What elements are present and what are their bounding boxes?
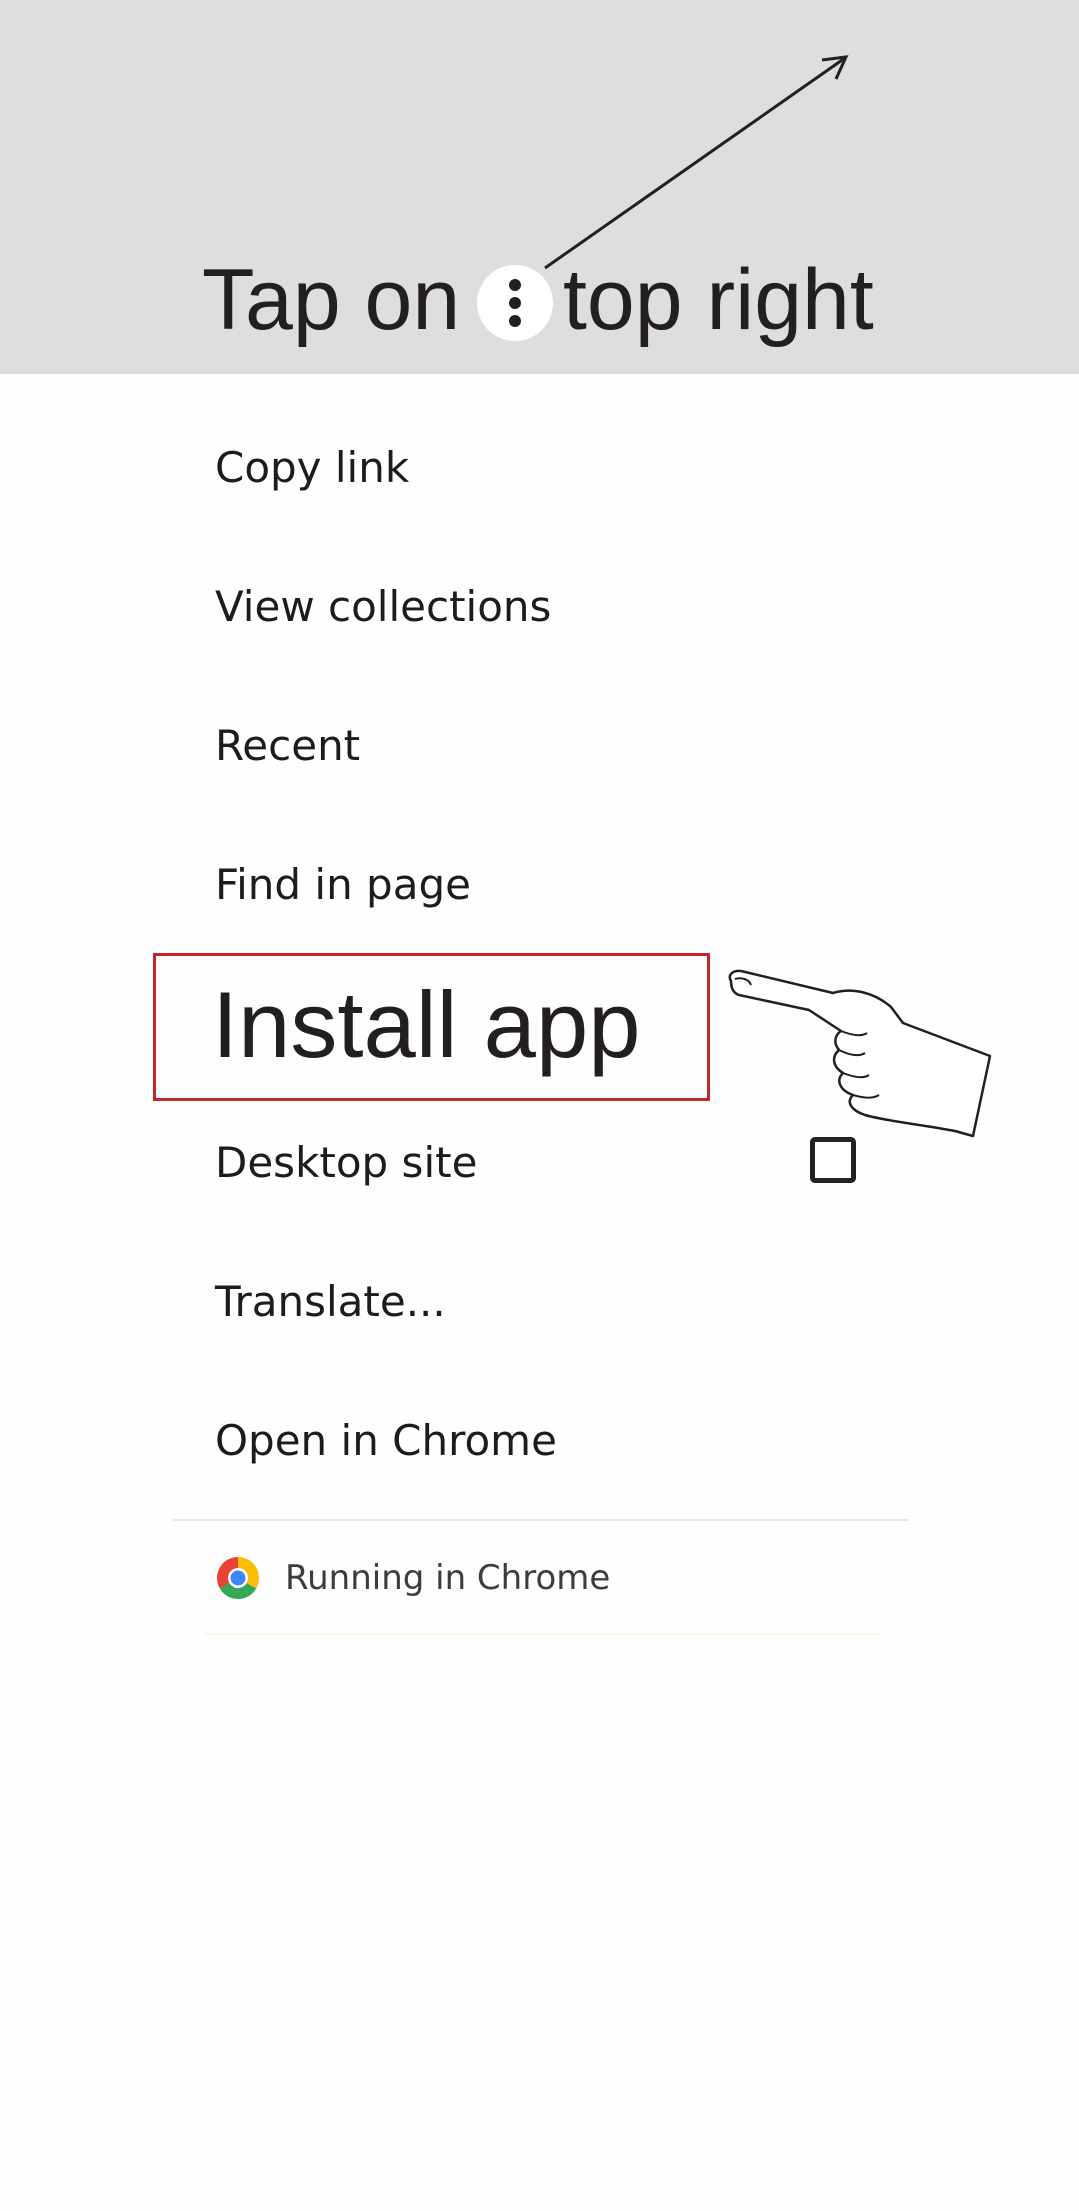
menu-item-desktop-site[interactable]: Desktop site	[215, 1123, 865, 1203]
pointing-hand-icon	[728, 969, 992, 1138]
chrome-icon	[216, 1557, 260, 1600]
menu-item-copy-link[interactable]: Copy link	[215, 428, 865, 508]
more-vert-icon	[477, 265, 553, 341]
running-in-chrome-label: Running in Chrome	[285, 1558, 611, 1598]
menu-divider	[173, 1519, 908, 1521]
menu-item-install-app[interactable]: Install app	[212, 960, 641, 1090]
menu-item-translate[interactable]: Translate...	[215, 1262, 865, 1342]
menu-item-recent[interactable]: Recent	[215, 706, 865, 786]
instruction-text-before: Tap on	[202, 252, 461, 348]
desktop-site-checkbox[interactable]	[810, 1137, 856, 1183]
footer-divider	[205, 1633, 880, 1635]
menu-item-find-in-page[interactable]: Find in page	[215, 845, 865, 925]
instruction-text-after: top right	[563, 252, 874, 348]
menu-item-view-collections[interactable]: View collections	[215, 567, 865, 647]
menu-item-open-in-chrome[interactable]: Open in Chrome	[215, 1401, 865, 1481]
